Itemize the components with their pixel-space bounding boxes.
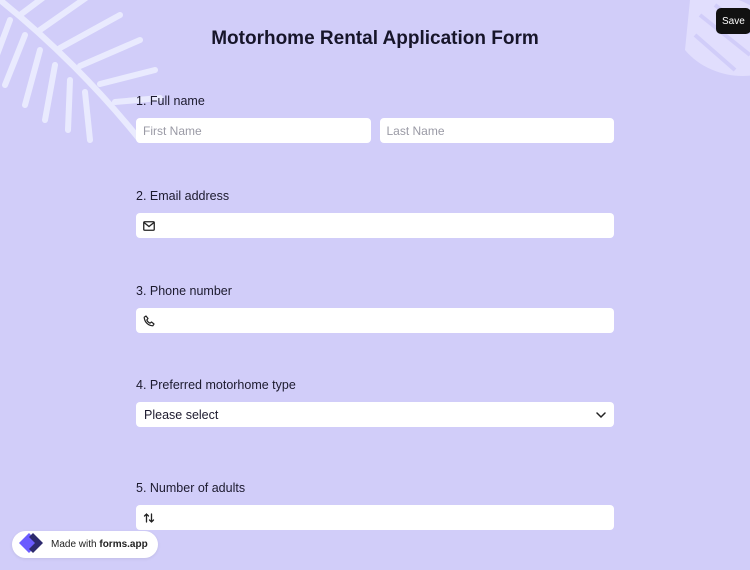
question-phone: 3. Phone number	[136, 284, 614, 333]
question-label: 2. Email address	[136, 189, 230, 203]
badge-text: Made with forms.app	[51, 539, 148, 550]
question-label: 5. Number of adults	[136, 481, 246, 495]
badge-prefix: Made with	[51, 539, 97, 550]
badge-brand: forms.app	[99, 539, 148, 550]
question-label: 4. Preferred motorhome type	[136, 378, 296, 392]
question-number-of-adults: 5. Number of adults	[136, 481, 614, 530]
phone-icon	[143, 314, 155, 327]
form-title: Motorhome Rental Application Form	[211, 28, 539, 49]
select-value: Please select	[144, 407, 219, 422]
adults-field[interactable]	[136, 505, 614, 530]
first-name-input[interactable]	[136, 118, 371, 143]
question-label: 3. Phone number	[136, 284, 232, 298]
phone-field[interactable]	[136, 308, 614, 333]
form-page: Save Motorhome Rental Application Form 1…	[0, 0, 750, 570]
phone-input[interactable]	[161, 309, 607, 332]
forms-app-logo-icon	[18, 532, 44, 557]
name-row	[136, 118, 614, 143]
motorhome-type-select[interactable]: Please select	[136, 402, 614, 427]
email-input[interactable]	[161, 214, 607, 237]
question-label: 1. Full name	[136, 94, 205, 108]
question-motorhome-type: 4. Preferred motorhome type Please selec…	[136, 378, 614, 427]
question-full-name: 1. Full name	[136, 94, 614, 143]
adults-input[interactable]	[161, 506, 607, 529]
made-with-badge[interactable]: Made with forms.app	[12, 531, 158, 558]
chevron-down-icon	[596, 408, 606, 422]
email-field[interactable]	[136, 213, 614, 238]
question-email: 2. Email address	[136, 189, 614, 238]
envelope-icon	[143, 220, 155, 232]
last-name-input[interactable]	[379, 118, 614, 143]
sort-icon	[143, 512, 155, 524]
